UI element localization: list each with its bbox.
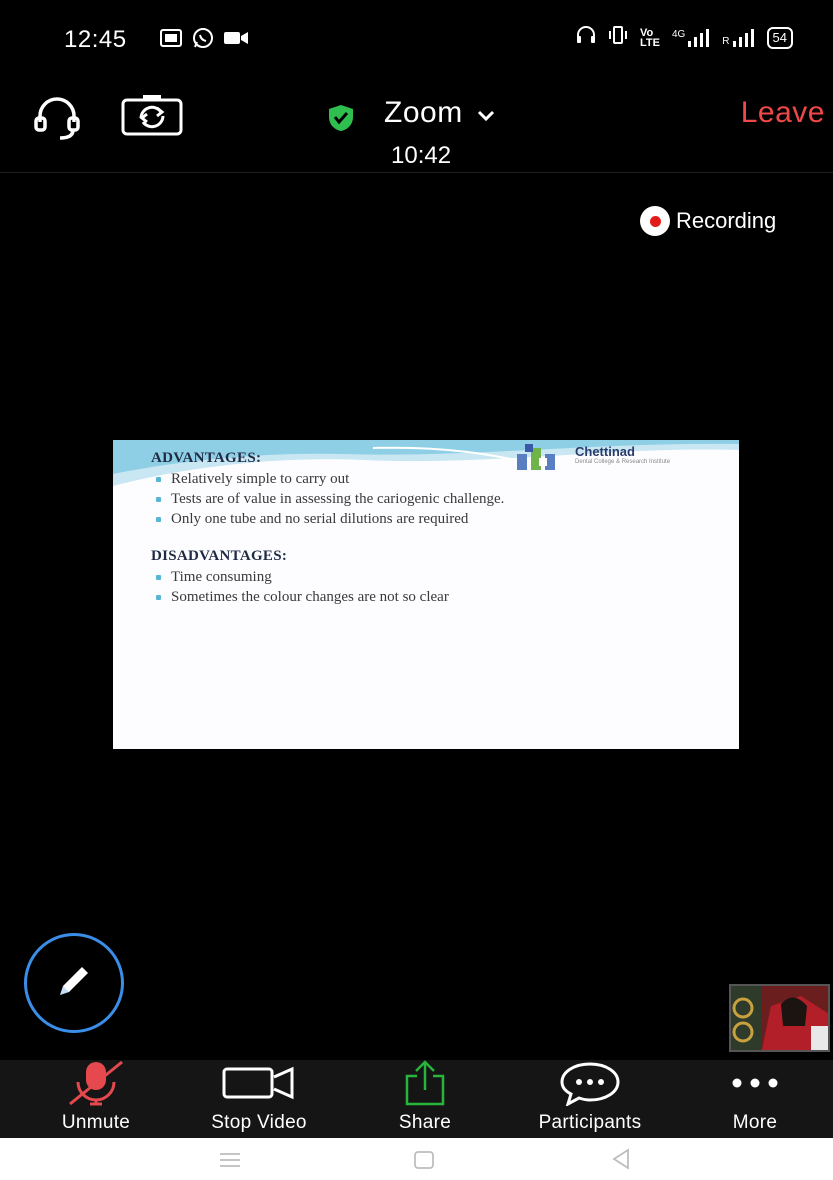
audio-headset-icon[interactable] (32, 96, 82, 140)
recording-indicator[interactable]: Recording (640, 206, 776, 236)
logo-name: Chettinad (575, 444, 635, 459)
more-button[interactable]: More (712, 1060, 798, 1138)
system-nav-bar (0, 1138, 833, 1180)
disadvantages-list: Time consuming Sometimes the colour chan… (149, 567, 449, 607)
headset-icon (576, 26, 596, 49)
battery-icon: 54 (766, 26, 793, 49)
header-divider (0, 172, 833, 173)
status-right-icons: Vo LTE 4G R 54 (576, 26, 793, 49)
list-item: Only one tube and no serial dilutions ar… (149, 509, 504, 529)
switch-camera-icon[interactable] (121, 94, 183, 136)
more-label: More (732, 1112, 778, 1133)
status-bar: 12:45 Vo LTE 4G R 54 (0, 0, 833, 80)
volte-icon: Vo LTE (639, 26, 660, 49)
status-time: 12:45 (64, 26, 127, 53)
back-icon[interactable] (611, 1148, 631, 1175)
chevron-down-icon (477, 96, 495, 130)
chettinad-logo: Chettinad Dental College & Research Inst… (513, 444, 670, 474)
network-type: 4G (671, 28, 686, 40)
disadvantages-heading: DISADVANTAGES: (151, 548, 288, 564)
advantages-list: Relatively simple to carry out Tests are… (149, 469, 504, 529)
self-video-thumbnail[interactable] (729, 984, 830, 1052)
list-item: Relatively simple to carry out (149, 469, 504, 489)
logo-mark-icon (517, 444, 555, 470)
participants-label: Participants (538, 1112, 642, 1133)
pencil-icon (54, 961, 94, 1006)
whatsapp-icon (192, 27, 214, 54)
meeting-timer: 10:42 (391, 142, 452, 169)
meeting-toolbar: Unmute Stop Video Share Participants Mor… (0, 1060, 833, 1138)
vibrate-icon (608, 26, 628, 49)
more-dots-icon (730, 1060, 780, 1106)
microphone-muted-icon (64, 1060, 128, 1106)
list-item: Sometimes the colour changes are not so … (149, 587, 449, 607)
leave-button[interactable]: Leave (741, 96, 825, 130)
shield-icon (328, 104, 354, 137)
share-upload-icon (403, 1060, 447, 1106)
status-left-icons (160, 27, 248, 54)
advantages-heading: ADVANTAGES: (151, 450, 262, 466)
stop-video-label: Stop Video (211, 1112, 307, 1133)
record-icon (640, 206, 670, 236)
signal-icon: R (722, 28, 754, 47)
meeting-title[interactable]: Zoom (384, 96, 495, 130)
video-icon (224, 30, 248, 51)
participant-video (731, 986, 828, 1050)
logo-subtitle: Dental College & Research Institute (575, 459, 671, 465)
gallery-icon (160, 29, 182, 52)
home-icon[interactable] (413, 1150, 435, 1175)
menu-icon[interactable] (218, 1152, 242, 1173)
participants-button[interactable]: Participants (515, 1060, 665, 1138)
video-camera-icon (222, 1060, 296, 1106)
list-item: Time consuming (149, 567, 449, 587)
signal-icon: 4G (671, 28, 710, 47)
recording-label: Recording (676, 208, 777, 233)
share-label: Share (398, 1112, 452, 1133)
chat-bubble-icon (558, 1060, 622, 1106)
unmute-label: Unmute (61, 1112, 131, 1133)
share-button[interactable]: Share (380, 1060, 470, 1138)
stop-video-button[interactable]: Stop Video (194, 1060, 324, 1138)
shared-screen-slide: Chettinad Dental College & Research Inst… (113, 440, 739, 749)
list-item: Tests are of value in assessing the cari… (149, 489, 504, 509)
annotate-button[interactable] (24, 933, 124, 1033)
unmute-button[interactable]: Unmute (46, 1060, 146, 1138)
app-title: Zoom (384, 96, 463, 129)
